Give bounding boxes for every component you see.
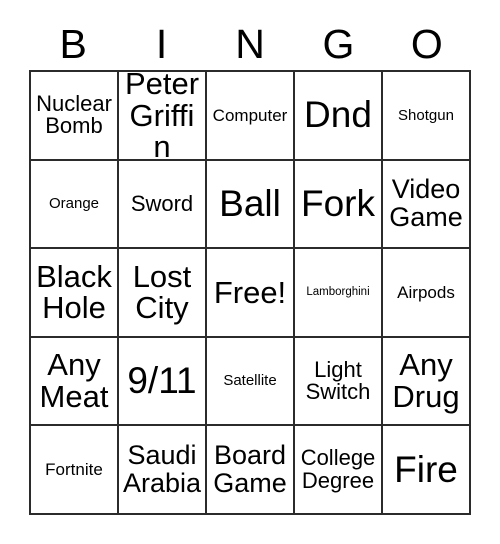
bingo-cell-r5c4[interactable]: College Degree xyxy=(295,426,383,515)
bingo-cell-r4c5[interactable]: Any Drug xyxy=(383,337,471,427)
bingo-cell-label: Fortnite xyxy=(45,460,103,480)
bingo-cell-label: Any Meat xyxy=(39,347,109,415)
bingo-cell-label: College Degree xyxy=(300,445,376,493)
bingo-cell-label: Computer xyxy=(212,105,288,125)
bingo-header: B I N G O xyxy=(29,18,471,70)
bingo-header-letter-n: N xyxy=(235,20,265,67)
bingo-header-letter-o: O xyxy=(410,20,443,67)
bingo-cell-r1c2[interactable]: Peter Griffin xyxy=(119,72,207,161)
bingo-cell-r4c3[interactable]: Satellite xyxy=(207,337,295,427)
bingo-cell-r5c3[interactable]: Board Game xyxy=(207,426,295,515)
bingo-cell-r2c1[interactable]: Orange xyxy=(31,160,119,250)
bingo-cell-r5c2[interactable]: Saudi Arabia xyxy=(119,426,207,515)
bingo-cell-r3c1[interactable]: Black Hole xyxy=(31,249,119,338)
bingo-cell-label: Lamborghini xyxy=(306,285,370,298)
bingo-cell-r2c4[interactable]: Fork xyxy=(295,160,383,250)
bingo-cell-r4c4[interactable]: Light Switch xyxy=(295,337,383,427)
bingo-cell-label: Fork xyxy=(301,183,375,225)
bingo-cell-label: Nuclear Bomb xyxy=(36,90,112,139)
bingo-cell-label: Black Hole xyxy=(36,258,112,326)
bingo-free-space-label: Free! xyxy=(213,274,287,310)
bingo-cell-r4c2[interactable]: 9/11 xyxy=(119,337,207,427)
bingo-cell-label: Video Game xyxy=(389,174,463,232)
bingo-cell-r2c3[interactable]: Ball xyxy=(207,160,295,250)
bingo-cell-free-space[interactable]: Free! xyxy=(207,249,295,338)
bingo-cell-label: Lost City xyxy=(132,258,192,326)
bingo-cell-label: Orange xyxy=(48,195,100,213)
bingo-cell-label: Light Switch xyxy=(305,356,371,405)
bingo-header-letter-g: G xyxy=(322,20,355,67)
bingo-cell-label: Dnd xyxy=(304,94,372,136)
bingo-cell-label: Fire xyxy=(394,448,458,490)
bingo-cell-r3c5[interactable]: Airpods xyxy=(383,249,471,338)
bingo-cell-label: Airpods xyxy=(397,282,455,302)
bingo-cell-label: Sword xyxy=(130,190,194,216)
bingo-cell-label: Any Drug xyxy=(392,347,460,415)
bingo-cell-r1c5[interactable]: Shotgun xyxy=(383,72,471,161)
bingo-cell-label: Ball xyxy=(219,183,281,225)
bingo-cell-r2c5[interactable]: Video Game xyxy=(383,160,471,250)
bingo-grid: Nuclear Bomb Peter Griffin Computer Dnd … xyxy=(29,70,471,515)
bingo-cell-r1c3[interactable]: Computer xyxy=(207,72,295,161)
bingo-header-letter-i: I xyxy=(155,20,168,67)
bingo-cell-label: Saudi Arabia xyxy=(122,440,202,498)
bingo-cell-r1c4[interactable]: Dnd xyxy=(295,72,383,161)
bingo-cell-label: Board Game xyxy=(213,440,287,498)
bingo-cell-r4c1[interactable]: Any Meat xyxy=(31,337,119,427)
bingo-cell-label: Satellite xyxy=(223,372,277,390)
bingo-cell-r2c2[interactable]: Sword xyxy=(119,160,207,250)
bingo-cell-r3c2[interactable]: Lost City xyxy=(119,249,207,338)
bingo-cell-r5c5[interactable]: Fire xyxy=(383,426,471,515)
bingo-cell-r1c1[interactable]: Nuclear Bomb xyxy=(31,72,119,161)
bingo-cell-label: Peter Griffin xyxy=(124,72,200,161)
bingo-cell-label: Shotgun xyxy=(398,106,454,124)
bingo-card: B I N G O Nuclear Bomb Peter Griffin Com… xyxy=(0,0,500,544)
bingo-cell-r5c1[interactable]: Fortnite xyxy=(31,426,119,515)
bingo-header-letter-b: B xyxy=(59,20,87,67)
bingo-cell-r3c4[interactable]: Lamborghini xyxy=(295,249,383,338)
bingo-cell-label: 9/11 xyxy=(127,360,197,402)
